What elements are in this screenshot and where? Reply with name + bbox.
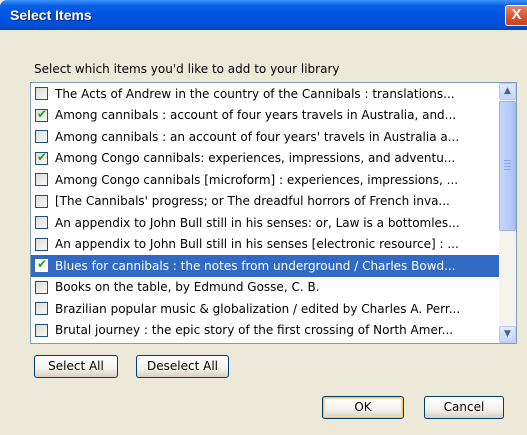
item-label: Among cannibals : account of four years … [55,108,457,123]
item-checkbox[interactable] [35,237,48,251]
cancel-button[interactable]: Cancel [424,396,504,419]
list-item[interactable]: The Acts of Andrew in the country of the… [31,83,499,105]
item-label: Blues for cannibals : the notes from und… [55,258,456,273]
checkmark-icon: ✔ [37,106,48,121]
thumb-grip [504,166,511,167]
item-label: Among Congo cannibals: experiences, impr… [55,151,456,166]
item-checkbox[interactable] [35,216,48,230]
item-checkbox[interactable]: ✔ [35,106,48,122]
item-label: The Acts of Andrew in the country of the… [55,86,455,101]
item-label: Among cannibals : an account of four yea… [55,129,460,144]
list-item[interactable]: Books on the table, by Edmund Gosse, C. … [31,277,499,299]
item-label: An appendix to John Bull still in his se… [55,237,459,252]
ok-button[interactable]: OK [322,396,404,419]
vertical-scrollbar[interactable]: ▲ ▼ [499,83,516,343]
select-all-button[interactable]: Select All [34,355,118,378]
item-label: An appendix to John Bull still in his se… [55,215,460,230]
window-title: Select Items [10,7,92,23]
list-item[interactable]: Brutal journey : the epic story of the f… [31,320,499,342]
list-item[interactable]: [The Cannibals' progress; or The dreadfu… [31,191,499,213]
deselect-all-button[interactable]: Deselect All [136,355,229,378]
list-item[interactable]: An appendix to John Bull still in his se… [31,234,499,256]
scrollbar-thumb[interactable] [499,101,516,231]
title-bar[interactable]: Select Items X [0,0,527,30]
item-checkbox[interactable]: ✔ [35,149,48,165]
item-label: Brazilian popular music & globalization … [55,301,461,316]
item-label: [The Cannibals' progress; or The dreadfu… [55,194,450,209]
list-item[interactable]: ✔ Among Congo cannibals: experiences, imp… [31,148,499,170]
arrow-down-icon[interactable]: ▼ [499,326,516,343]
list-item[interactable]: ✔ Blues for cannibals : the notes from un… [31,255,499,277]
item-checkbox[interactable] [35,302,48,316]
item-checkbox[interactable] [35,173,48,187]
items-list: The Acts of Andrew in the country of the… [31,83,499,343]
arrow-up-icon[interactable]: ▲ [499,83,516,100]
item-checkbox[interactable] [35,280,48,294]
thumb-grip [504,160,511,161]
close-icon[interactable]: X [505,5,527,26]
list-item[interactable]: ✔ Among cannibals : account of four years… [31,105,499,127]
item-checkbox[interactable] [35,323,48,337]
item-label: Books on the table, by Edmund Gosse, C. … [55,280,320,295]
thumb-grip [504,169,511,170]
items-listbox[interactable]: The Acts of Andrew in the country of the… [30,82,517,344]
list-item[interactable]: Among Congo cannibals [microform] : expe… [31,169,499,191]
item-checkbox[interactable] [35,87,48,101]
item-checkbox[interactable] [35,130,48,144]
item-checkbox[interactable]: ✔ [35,257,48,273]
list-item[interactable]: Bucky goes to Congo : W. Frederic... [31,341,499,343]
list-item[interactable]: Among cannibals : an account of four yea… [31,126,499,148]
list-item[interactable]: Brazilian popular music & globalization … [31,298,499,320]
item-label: Brutal journey : the epic story of the f… [55,323,454,338]
item-label: Among Congo cannibals [microform] : expe… [55,172,459,187]
item-checkbox[interactable] [35,194,48,208]
list-item[interactable]: An appendix to John Bull still in his se… [31,212,499,234]
checkmark-icon: ✔ [37,257,48,272]
checkmark-icon: ✔ [37,149,48,164]
instruction-text: Select which items you'd like to add to … [34,62,340,76]
thumb-grip [504,163,511,164]
